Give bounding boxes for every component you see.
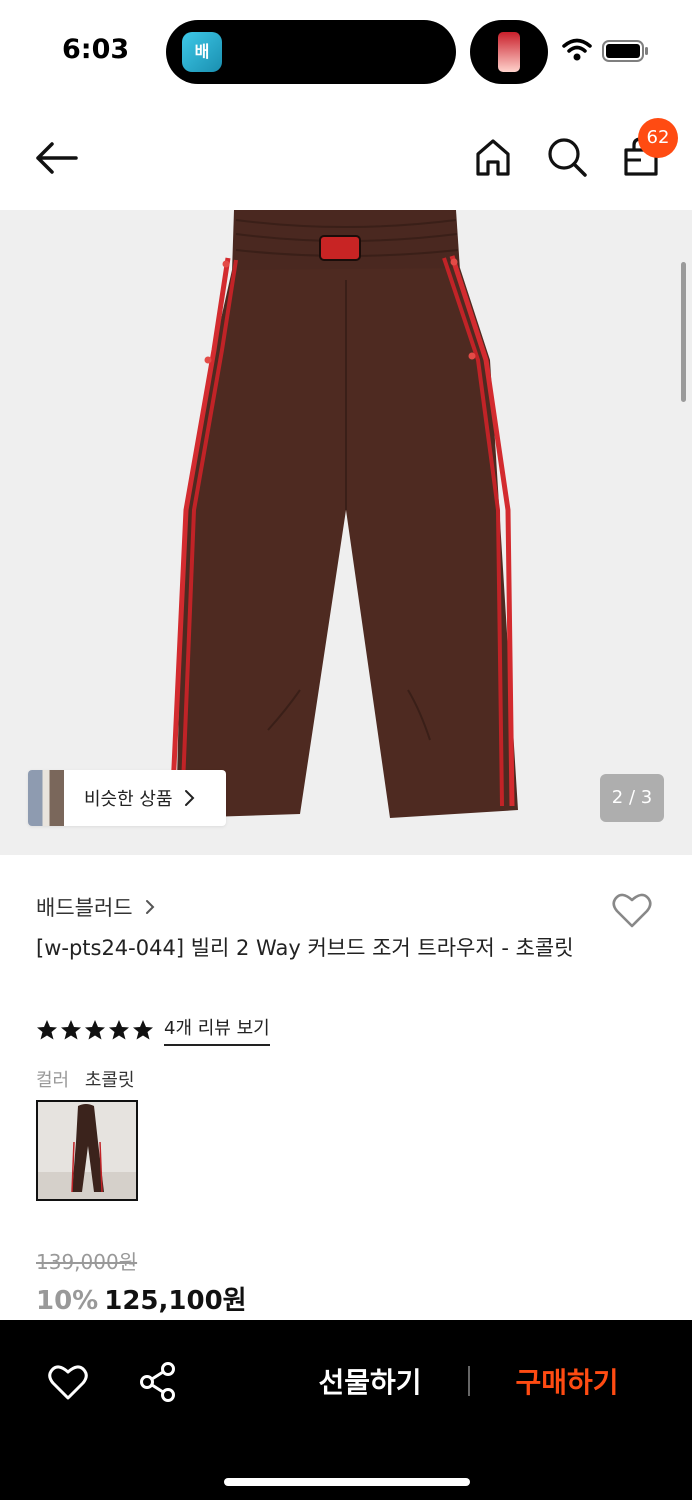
star-icon xyxy=(85,1020,105,1040)
option-value: 초콜릿 xyxy=(84,1070,135,1091)
cart-count-badge: 62 xyxy=(638,118,678,158)
buy-button[interactable]: 구매하기 xyxy=(492,1356,642,1406)
image-page-indicator: 2 / 3 xyxy=(600,774,664,822)
rating-row: 4개 리뷰 보기 xyxy=(36,1014,270,1046)
discount-rate: 10% xyxy=(36,1286,99,1316)
live-activity-app-icon: 배 xyxy=(182,32,222,72)
option-label: 컬러 xyxy=(36,1070,70,1091)
brand-link[interactable]: 배드블러드 xyxy=(36,892,155,922)
similar-products-button[interactable]: 비슷한 상품 xyxy=(28,770,226,826)
sale-price: 125,100원 xyxy=(104,1286,247,1316)
dynamic-island-secondary xyxy=(470,20,548,84)
star-icon xyxy=(61,1020,81,1040)
status-bar: 6:03 배 xyxy=(0,0,692,104)
original-price: 139,000원 xyxy=(36,1250,138,1274)
product-photo xyxy=(169,210,518,818)
battery-icon xyxy=(602,40,648,62)
chevron-right-icon xyxy=(184,790,194,806)
star-icon xyxy=(109,1020,129,1040)
live-activity-secondary-icon xyxy=(498,32,520,72)
color-option-row: 컬러 초콜릿 xyxy=(36,1066,135,1092)
search-button[interactable] xyxy=(544,134,590,180)
bottom-action-bar: 선물하기 구매하기 xyxy=(0,1320,692,1500)
home-icon xyxy=(476,139,510,176)
share-icon xyxy=(140,1362,175,1402)
brand-name: 배드블러드 xyxy=(36,896,133,920)
gift-button[interactable]: 선물하기 xyxy=(300,1356,440,1406)
bottom-wishlist-button[interactable] xyxy=(46,1360,90,1404)
product-image-gallery[interactable]: 비슷한 상품 2 / 3 xyxy=(0,210,692,855)
heart-icon xyxy=(48,1365,88,1400)
action-divider xyxy=(468,1366,470,1396)
similar-products-label: 비슷한 상품 xyxy=(84,789,173,810)
wishlist-button[interactable] xyxy=(610,888,654,932)
star-icon xyxy=(133,1020,153,1040)
home-indicator[interactable] xyxy=(224,1478,470,1486)
status-time: 6:03 xyxy=(62,34,130,65)
top-navigation: 62 xyxy=(0,104,692,210)
color-option-swatch[interactable] xyxy=(36,1100,138,1201)
review-link[interactable]: 4개 리뷰 보기 xyxy=(164,1014,270,1046)
heart-icon xyxy=(612,893,652,928)
product-title: [w-pts24-044] 빌리 2 Way 커브드 조거 트라우저 - 초콜릿 xyxy=(36,936,574,960)
wifi-icon xyxy=(562,38,592,61)
price-row: 10% 125,100원 xyxy=(36,1280,247,1317)
scroll-indicator xyxy=(681,262,686,402)
chevron-right-icon xyxy=(145,900,155,914)
similar-product-thumbnail xyxy=(28,770,64,826)
back-button[interactable] xyxy=(32,136,80,180)
star-rating xyxy=(36,1019,154,1041)
swatch-image xyxy=(38,1102,136,1199)
home-button[interactable] xyxy=(470,134,516,180)
dynamic-island: 배 xyxy=(166,20,456,84)
share-button[interactable] xyxy=(136,1360,180,1404)
star-icon xyxy=(37,1020,57,1040)
back-arrow-icon xyxy=(36,142,78,174)
search-icon xyxy=(548,138,587,177)
